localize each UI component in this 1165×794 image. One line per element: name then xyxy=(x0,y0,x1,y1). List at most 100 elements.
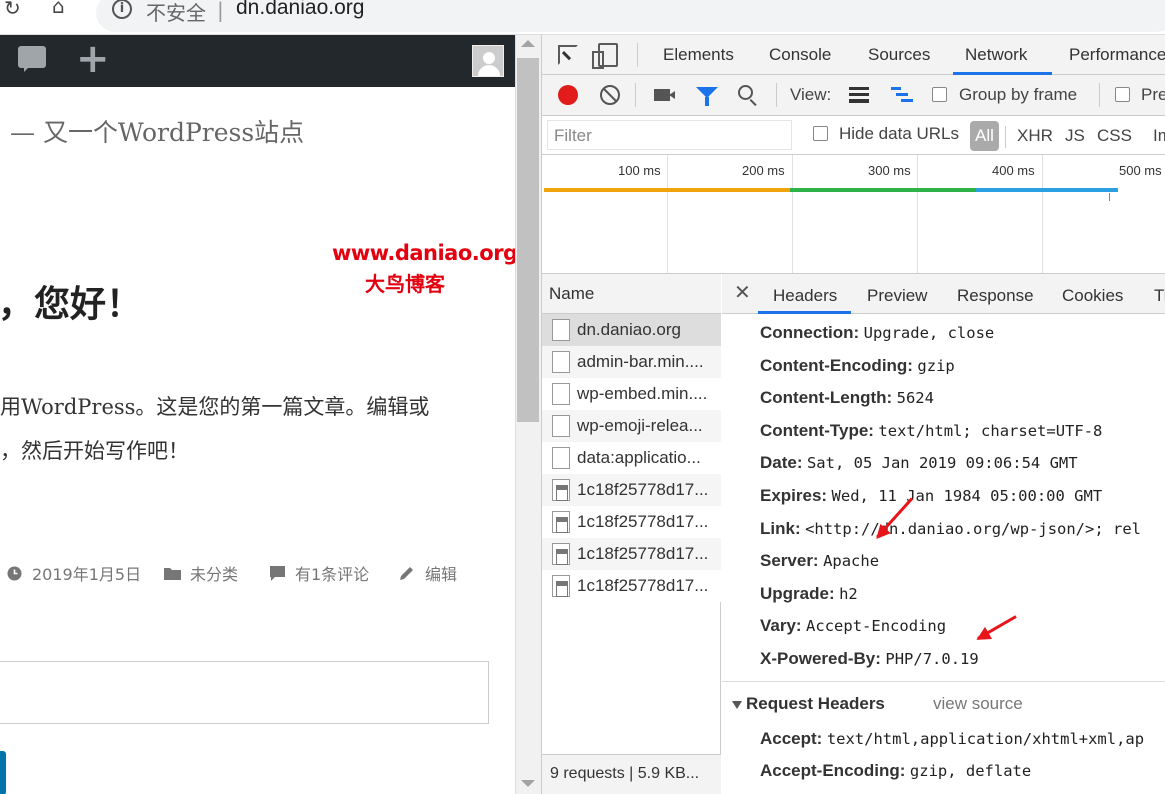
toolbar-divider xyxy=(635,83,636,107)
close-icon[interactable]: ✕ xyxy=(734,280,751,305)
device-toolbar-icon[interactable] xyxy=(592,43,618,69)
request-row[interactable]: wp-emoji-relea... xyxy=(542,410,721,442)
tab-elements[interactable]: Elements xyxy=(663,45,734,65)
request-row[interactable]: 1c18f25778d17... xyxy=(542,538,721,570)
response-header-row: X-Powered-By: PHP/7.0.19 xyxy=(760,649,979,669)
comment-box[interactable] xyxy=(0,661,489,724)
request-header-row: Accept: text/html,application/xhtml+xml,… xyxy=(760,729,1144,749)
insecure-label[interactable]: 不安全 xyxy=(146,0,206,26)
record-icon[interactable] xyxy=(558,85,578,105)
filter-all[interactable]: All xyxy=(970,121,999,151)
overview-gridline xyxy=(917,155,918,273)
header-key: Accept-Encoding: xyxy=(760,761,906,780)
tab-timing[interactable]: Ti xyxy=(1154,286,1165,306)
view-label: View: xyxy=(790,85,832,104)
inspect-element-icon[interactable] xyxy=(558,45,578,65)
post-comments[interactable]: 有1条评论 xyxy=(295,561,369,585)
info-icon[interactable]: i xyxy=(112,0,132,19)
tab-console[interactable]: Console xyxy=(769,45,831,65)
overview-gridline xyxy=(792,155,793,273)
browser-toolbar: ↻ ⌂ i 不安全 | dn.daniao.org xyxy=(0,0,1165,35)
hide-data-urls-checkbox[interactable] xyxy=(813,126,828,141)
post-excerpt-line2: ，然后开始写作吧！ xyxy=(0,439,189,463)
header-value: text/html; charset=UTF-8 xyxy=(878,421,1103,440)
response-header-row: Vary: Accept-Encoding xyxy=(760,616,946,636)
image-file-icon xyxy=(552,543,570,565)
tab-performance[interactable]: Performance xyxy=(1069,45,1165,65)
scrollbar-thumb[interactable] xyxy=(517,58,539,422)
request-name: 1c18f25778d17... xyxy=(577,576,709,595)
preserve-log-label[interactable]: Pre xyxy=(1141,85,1165,105)
header-key: Upgrade: xyxy=(760,583,835,603)
header-key: Date: xyxy=(760,453,803,473)
request-list-header[interactable]: Name xyxy=(542,274,721,314)
response-header-row: Link: <http://dn.daniao.org/wp-json/>; r… xyxy=(760,519,1141,539)
clear-icon[interactable] xyxy=(600,85,620,105)
overview-bar xyxy=(790,188,976,192)
url-text[interactable]: dn.daniao.org xyxy=(236,0,364,20)
overview-marker xyxy=(1109,193,1110,201)
filter-img[interactable]: Img xyxy=(1153,126,1165,146)
search-icon[interactable] xyxy=(738,85,753,100)
request-row[interactable]: 1c18f25778d17... xyxy=(542,506,721,538)
post-date[interactable]: 2019年1月5日 xyxy=(32,561,141,585)
submit-button[interactable] xyxy=(0,751,6,794)
waterfall-icon[interactable] xyxy=(891,87,913,103)
reload-icon[interactable]: ↻ xyxy=(4,0,21,20)
avatar[interactable] xyxy=(472,45,504,77)
comments-icon[interactable] xyxy=(18,46,46,72)
group-by-frame-label[interactable]: Group by frame xyxy=(959,85,1077,105)
large-rows-icon[interactable] xyxy=(849,87,869,103)
tab-response[interactable]: Response xyxy=(957,286,1034,306)
post-edit[interactable]: 编辑 xyxy=(425,561,457,585)
scroll-down-arrow[interactable] xyxy=(521,780,535,787)
filter-icon[interactable] xyxy=(696,87,718,106)
home-icon[interactable]: ⌂ xyxy=(52,0,65,18)
post-title[interactable]: ，您好！ xyxy=(0,275,142,327)
screenshot-camera-icon[interactable] xyxy=(654,89,675,101)
header-key: Content-Encoding: xyxy=(760,355,913,375)
group-by-frame-checkbox[interactable] xyxy=(932,87,947,102)
filter-xhr[interactable]: XHR xyxy=(1017,126,1053,146)
request-row[interactable]: 1c18f25778d17... xyxy=(542,570,721,602)
tab-cookies[interactable]: Cookies xyxy=(1062,286,1123,306)
request-name: 1c18f25778d17... xyxy=(577,544,709,563)
tab-network[interactable]: Network xyxy=(965,45,1027,65)
preserve-log-checkbox[interactable] xyxy=(1115,87,1130,102)
expand-triangle-icon[interactable] xyxy=(732,701,742,709)
filter-input[interactable]: Filter xyxy=(547,120,792,150)
tab-headers[interactable]: Headers xyxy=(773,286,837,306)
response-header-row: Content-Length: 5624 xyxy=(760,388,934,408)
toolbar-divider xyxy=(637,43,638,67)
header-value: Sat, 05 Jan 2019 09:06:54 GMT xyxy=(806,454,1078,473)
request-headers-title[interactable]: Request Headers xyxy=(746,694,885,714)
hide-data-urls-label[interactable]: Hide data URLs xyxy=(839,124,959,144)
request-name: data:applicatio... xyxy=(577,448,701,467)
header-key: Content-Type: xyxy=(760,420,874,440)
filter-css[interactable]: CSS xyxy=(1097,126,1132,146)
name-column-header[interactable]: Name xyxy=(549,284,594,304)
document-file-icon xyxy=(552,415,570,437)
section-divider xyxy=(722,681,1165,682)
request-row[interactable]: 1c18f25778d17... xyxy=(542,474,721,506)
filter-js[interactable]: JS xyxy=(1065,126,1085,146)
scroll-up-arrow[interactable] xyxy=(521,40,535,47)
new-content-icon[interactable]: + xyxy=(76,37,110,81)
devtools-panel: Elements Console Sources Network Perform… xyxy=(541,35,1165,794)
request-row[interactable]: dn.daniao.org xyxy=(542,314,721,346)
request-row[interactable]: data:applicatio... xyxy=(542,442,721,474)
view-source-link[interactable]: view source xyxy=(933,694,1023,714)
watermark-url: www.daniao.org xyxy=(332,241,515,265)
folder-icon xyxy=(164,568,181,580)
header-key: Link: xyxy=(760,518,801,538)
post-category[interactable]: 未分类 xyxy=(190,561,238,585)
request-row[interactable]: wp-embed.min.... xyxy=(542,378,721,410)
tab-sources[interactable]: Sources xyxy=(868,45,930,65)
edit-icon xyxy=(400,567,413,580)
request-row[interactable]: admin-bar.min.... xyxy=(542,346,721,378)
header-value: 5624 xyxy=(896,389,934,408)
header-key: X-Powered-By: xyxy=(760,649,881,668)
request-name: wp-emoji-relea... xyxy=(577,416,703,435)
response-header-row: Connection: Upgrade, close xyxy=(760,323,994,343)
tab-preview[interactable]: Preview xyxy=(867,286,927,306)
